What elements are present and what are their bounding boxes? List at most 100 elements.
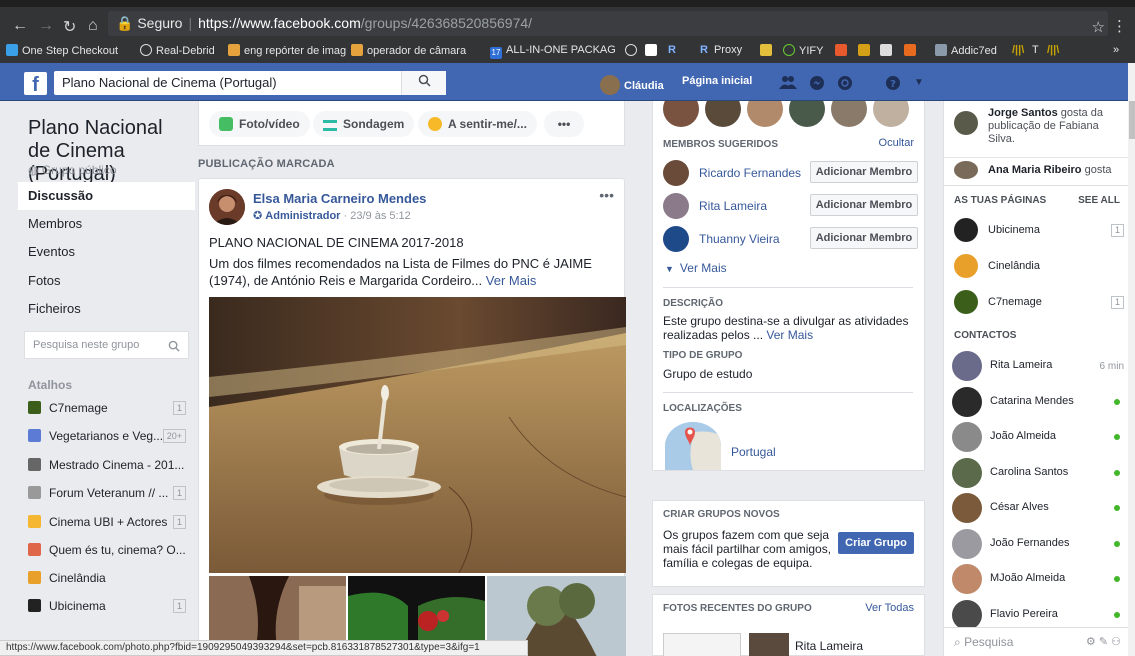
ticker-story[interactable]: Ana Maria Ribeiro gosta	[988, 164, 1112, 176]
bookmark-item[interactable]: 17 ALL-IN-ONE PACKAG	[490, 44, 616, 59]
group-search-input[interactable]: Pesquisa neste grupo	[24, 331, 189, 359]
map-thumbnail[interactable]	[665, 422, 721, 470]
nav-files[interactable]: Ficheiros	[18, 295, 195, 323]
reload-icon[interactable]: ↻	[63, 17, 76, 37]
page-item[interactable]: C7nemage 1	[954, 290, 1124, 316]
member-name[interactable]: Thuanny Vieira	[699, 232, 780, 246]
avatar[interactable]	[789, 101, 825, 127]
bookmark-item[interactable]: Real-Debrid	[140, 44, 215, 57]
avatar[interactable]	[663, 160, 689, 186]
help-icon[interactable]: ?	[884, 75, 902, 91]
bookmark-item[interactable]: Addic7ed	[935, 44, 997, 57]
bookmarks-overflow[interactable]: »	[1113, 44, 1119, 56]
location-link[interactable]: Portugal	[731, 445, 776, 459]
shortcut-item[interactable]: Quem és tu, cinema? O...	[28, 539, 186, 561]
avatar[interactable]	[663, 193, 689, 219]
member-name[interactable]: Rita Lameira	[699, 199, 767, 213]
group-chat-icon[interactable]: ⚇	[1111, 636, 1121, 648]
contact-item[interactable]: Carolina Santos	[952, 457, 1124, 488]
contact-item[interactable]: João Fernandes	[952, 528, 1124, 559]
avatar[interactable]	[663, 226, 689, 252]
shortcut-item[interactable]: Ubicinema 1	[28, 595, 186, 617]
page-item[interactable]: Cinelândia	[954, 254, 1124, 280]
photo-thumbnail[interactable]	[749, 633, 789, 656]
add-member-button[interactable]: Adicionar Membro	[810, 227, 918, 249]
create-group-button[interactable]: Criar Grupo	[838, 532, 914, 554]
scrollbar-thumb[interactable]	[1129, 101, 1135, 139]
bookmark-item[interactable]: /||\	[1012, 44, 1024, 56]
bookmark-item[interactable]: One Step Checkout	[6, 44, 118, 57]
ticker-story[interactable]: Jorge Santos gosta da publicação de Fabi…	[988, 107, 1123, 146]
bookmark-item[interactable]: R Proxy	[700, 44, 742, 56]
see-all-pages-link[interactable]: SEE ALL	[1078, 195, 1120, 206]
contact-item[interactable]: MJoão Almeida	[952, 564, 1124, 594]
see-more-members-link[interactable]: ▼ Ver Mais	[665, 261, 727, 275]
photo-video-button[interactable]: Foto/vídeo	[209, 111, 310, 137]
bookmark-item[interactable]: T	[1032, 44, 1039, 56]
nav-discussion[interactable]: Discussão	[18, 182, 195, 210]
bookmark-item[interactable]	[858, 44, 874, 57]
browser-menu-icon[interactable]: ⋮	[1112, 17, 1127, 35]
feeling-button[interactable]: A sentir-me/...	[418, 111, 537, 137]
compose-icon[interactable]: ✎	[1099, 636, 1108, 648]
post-options-button[interactable]: •••	[599, 187, 614, 203]
post-main-photo[interactable]	[209, 297, 626, 573]
home-icon[interactable]: ⌂	[88, 17, 98, 35]
bookmark-item[interactable]: /||\	[1047, 44, 1059, 56]
bookmark-item[interactable]	[904, 44, 920, 57]
contact-item[interactable]: Catarina Mendes	[952, 386, 1124, 417]
forward-arrow-icon[interactable]: →	[38, 17, 54, 35]
bookmark-item[interactable]	[835, 44, 851, 57]
add-member-button[interactable]: Adicionar Membro	[810, 194, 918, 216]
messenger-icon[interactable]	[808, 75, 826, 91]
shortcut-item[interactable]: Vegetarianos e Veg... 20+	[28, 425, 186, 447]
friend-requests-icon[interactable]	[779, 75, 797, 91]
chat-search-input[interactable]: ⌕ Pesquisa ⚙ ✎ ⚇	[944, 627, 1129, 656]
bookmark-item[interactable]: YIFY	[783, 44, 823, 57]
bookmark-star-icon[interactable]: ☆	[1092, 18, 1105, 36]
photo-thumbnail[interactable]	[663, 633, 741, 656]
more-options-button[interactable]: •••	[544, 111, 584, 137]
shortcut-item[interactable]: Mestrado Cinema - 201...	[28, 454, 186, 476]
avatar[interactable]	[747, 101, 783, 127]
avatar[interactable]	[954, 111, 978, 135]
shortcut-item[interactable]: Forum Veteranum // ... 1	[28, 482, 186, 504]
author-avatar[interactable]	[209, 189, 245, 225]
globe-icon[interactable]	[836, 75, 854, 91]
contact-item[interactable]: César Alves	[952, 493, 1124, 523]
page-scrollbar[interactable]	[1128, 63, 1135, 656]
avatar[interactable]	[663, 101, 699, 127]
bookmark-item[interactable]	[645, 44, 661, 57]
avatar[interactable]	[831, 101, 867, 127]
facebook-logo-icon[interactable]: f	[24, 72, 47, 96]
shortcut-item[interactable]: Cinelândia	[28, 567, 186, 589]
search-icon[interactable]	[401, 71, 446, 95]
description-more-link[interactable]: Ver Mais	[766, 328, 813, 342]
bookmark-item[interactable]: eng repórter de imag	[228, 44, 346, 57]
contact-item[interactable]: Rita Lameira 6 min	[952, 351, 1124, 381]
back-arrow-icon[interactable]: ←	[12, 17, 28, 35]
bookmark-item[interactable]	[760, 44, 776, 57]
account-menu-icon[interactable]: ▼	[910, 75, 928, 91]
post-date[interactable]: · 23/9 às 5:12	[340, 210, 411, 222]
bookmark-item[interactable]: R	[668, 44, 676, 56]
poll-button[interactable]: Sondagem	[313, 111, 415, 137]
hide-suggestions-link[interactable]: Ocultar	[879, 137, 914, 149]
bookmark-item[interactable]	[625, 44, 641, 57]
member-name[interactable]: Ricardo Fernandes	[699, 166, 801, 180]
page-item[interactable]: Ubicinema 1	[954, 218, 1124, 244]
home-link[interactable]: Página inicial	[682, 75, 752, 87]
contact-item[interactable]: Flavio Pereira	[952, 599, 1124, 630]
nav-photos[interactable]: Fotos	[18, 267, 195, 295]
see-all-photos-link[interactable]: Ver Todas	[865, 602, 914, 614]
avatar[interactable]	[954, 161, 978, 179]
nav-members[interactable]: Membros	[18, 210, 195, 238]
contact-item[interactable]: João Almeida	[952, 422, 1124, 452]
author-role[interactable]: Administrador	[265, 210, 340, 222]
nav-events[interactable]: Eventos	[18, 238, 195, 266]
avatar[interactable]	[873, 101, 909, 127]
bookmark-item[interactable]	[880, 44, 896, 57]
bookmark-item[interactable]: operador de câmara	[351, 44, 466, 57]
photo-author[interactable]: Rita Lameira	[795, 639, 863, 653]
add-member-button[interactable]: Adicionar Membro	[810, 161, 918, 183]
